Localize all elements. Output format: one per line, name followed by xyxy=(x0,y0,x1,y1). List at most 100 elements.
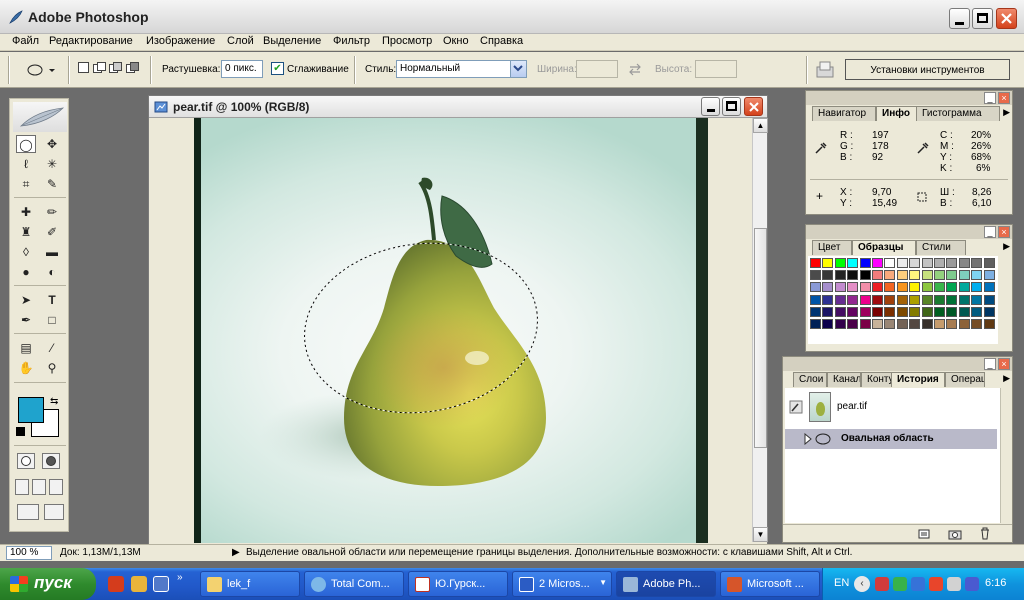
standard-screen-icon[interactable] xyxy=(15,479,29,495)
image-canvas[interactable] xyxy=(194,118,708,543)
palette-menu-icon[interactable]: ▶ xyxy=(1003,241,1010,252)
clone-stamp-tool-icon[interactable]: ♜ xyxy=(16,223,36,241)
notes-tool-icon[interactable]: ▤ xyxy=(16,339,36,357)
delete-state-icon[interactable] xyxy=(979,527,991,540)
palette-close-button[interactable]: × xyxy=(998,92,1010,104)
tab-swatches[interactable]: Образцы xyxy=(852,240,916,255)
close-button[interactable] xyxy=(996,8,1017,29)
swatch[interactable] xyxy=(983,270,995,281)
swatch[interactable] xyxy=(872,270,883,281)
swatch[interactable] xyxy=(958,294,970,305)
feather-input[interactable]: 0 пикс. xyxy=(221,60,263,78)
tab-history[interactable]: История xyxy=(891,372,945,387)
swatch[interactable] xyxy=(896,282,908,293)
swatch[interactable] xyxy=(971,270,983,281)
swatch[interactable] xyxy=(859,319,871,329)
swatch[interactable] xyxy=(896,270,908,281)
intersect-selection-icon[interactable] xyxy=(126,62,140,74)
gradient-tool-icon[interactable]: ▬ xyxy=(42,243,62,261)
swatch[interactable] xyxy=(872,294,883,305)
task-microsoft-powerpoint[interactable]: Microsoft ... xyxy=(720,571,820,597)
path-selection-tool-icon[interactable]: ➤ xyxy=(16,291,36,309)
tab-histogram[interactable]: Гистограмма xyxy=(916,106,1000,121)
swatch[interactable] xyxy=(946,306,958,317)
palette-header[interactable]: _ × xyxy=(806,91,1012,105)
standard-mode-icon[interactable] xyxy=(17,453,35,469)
swatch[interactable] xyxy=(921,258,933,268)
dodge-tool-icon[interactable]: ◐ xyxy=(42,263,62,281)
full-screen-menu-icon[interactable] xyxy=(32,479,46,495)
swatch[interactable] xyxy=(834,270,846,281)
swatch[interactable] xyxy=(896,294,908,305)
swatch[interactable] xyxy=(921,282,933,293)
minimize-button[interactable] xyxy=(949,8,970,29)
swap-colors-icon[interactable]: ⇆ xyxy=(50,396,58,407)
tab-navigator[interactable]: Навигатор xyxy=(812,106,876,121)
document-minimize-button[interactable] xyxy=(701,97,720,116)
subtract-selection-icon[interactable] xyxy=(109,62,123,74)
slice-tool-icon[interactable]: ✎ xyxy=(42,175,62,193)
menu-select[interactable]: Выделение xyxy=(263,35,321,47)
palette-close-button[interactable]: × xyxy=(998,358,1010,370)
swap-dimensions-icon[interactable] xyxy=(628,62,642,76)
document-maximize-button[interactable] xyxy=(722,97,741,116)
new-selection-icon[interactable] xyxy=(78,62,89,73)
eyedropper-tool-icon[interactable]: ⁄ xyxy=(42,339,62,357)
menu-image[interactable]: Изображение xyxy=(146,35,215,47)
menu-window[interactable]: Окно xyxy=(443,35,469,47)
elliptical-marquee-preset-icon[interactable] xyxy=(26,63,56,77)
swatch[interactable] xyxy=(884,294,896,305)
new-document-from-state-icon[interactable] xyxy=(917,528,931,540)
swatch[interactable] xyxy=(859,294,871,305)
swatch[interactable] xyxy=(909,282,921,293)
swatch[interactable] xyxy=(847,282,859,293)
swatch[interactable] xyxy=(921,270,933,281)
swatch[interactable] xyxy=(810,282,821,293)
swatch[interactable] xyxy=(847,270,859,281)
foreground-color-swatch[interactable] xyxy=(18,397,44,423)
swatch[interactable] xyxy=(810,306,821,317)
swatch[interactable] xyxy=(983,306,995,317)
history-step-row[interactable]: Овальная область xyxy=(785,429,997,449)
eyedropper-icon[interactable] xyxy=(814,141,828,155)
history-brush-source-icon[interactable] xyxy=(789,400,803,414)
full-screen-icon[interactable] xyxy=(49,479,63,495)
swatch[interactable] xyxy=(946,270,958,281)
swatch[interactable] xyxy=(909,319,921,329)
hand-tool-icon[interactable]: ✋ xyxy=(16,359,36,377)
swatch[interactable] xyxy=(859,258,871,268)
swatch[interactable] xyxy=(983,258,995,268)
swatch[interactable] xyxy=(934,258,945,268)
palette-minimize-button[interactable]: _ xyxy=(984,226,996,238)
eraser-tool-icon[interactable]: ◊ xyxy=(16,243,36,261)
swatch[interactable] xyxy=(810,270,821,281)
scroll-up-icon[interactable]: ▲ xyxy=(753,118,768,133)
swatch[interactable] xyxy=(896,258,908,268)
tab-layers[interactable]: Слои xyxy=(793,372,827,387)
tray-app-icon[interactable] xyxy=(875,577,889,591)
menu-edit[interactable]: Редактирование xyxy=(49,35,133,47)
swatch[interactable] xyxy=(872,282,883,293)
palette-menu-icon[interactable]: ▶ xyxy=(1003,107,1010,118)
document-close-button[interactable] xyxy=(744,97,763,116)
swatch[interactable] xyxy=(810,319,821,329)
imageready-check-icon[interactable] xyxy=(44,504,64,520)
move-tool-icon[interactable]: ✥ xyxy=(42,135,62,153)
tab-info[interactable]: Инфо xyxy=(876,106,918,121)
task-lek-f[interactable]: lek_f xyxy=(200,571,300,597)
swatch[interactable] xyxy=(958,258,970,268)
swatch[interactable] xyxy=(847,294,859,305)
swatch[interactable] xyxy=(847,306,859,317)
tab-channels[interactable]: Каналы xyxy=(827,372,861,387)
default-colors-icon[interactable] xyxy=(16,427,25,436)
lasso-tool-icon[interactable]: ℓ xyxy=(16,155,36,173)
swatch[interactable] xyxy=(909,270,921,281)
eyedropper-icon[interactable] xyxy=(916,141,930,155)
swatch[interactable] xyxy=(958,282,970,293)
quick-mask-mode-icon[interactable] xyxy=(42,453,60,469)
elliptical-marquee-tool-icon[interactable]: ◯ xyxy=(16,135,36,153)
rectangle-tool-icon[interactable]: □ xyxy=(42,311,62,329)
swatch[interactable] xyxy=(859,270,871,281)
swatch[interactable] xyxy=(834,306,846,317)
file-browser-icon[interactable] xyxy=(815,59,835,79)
